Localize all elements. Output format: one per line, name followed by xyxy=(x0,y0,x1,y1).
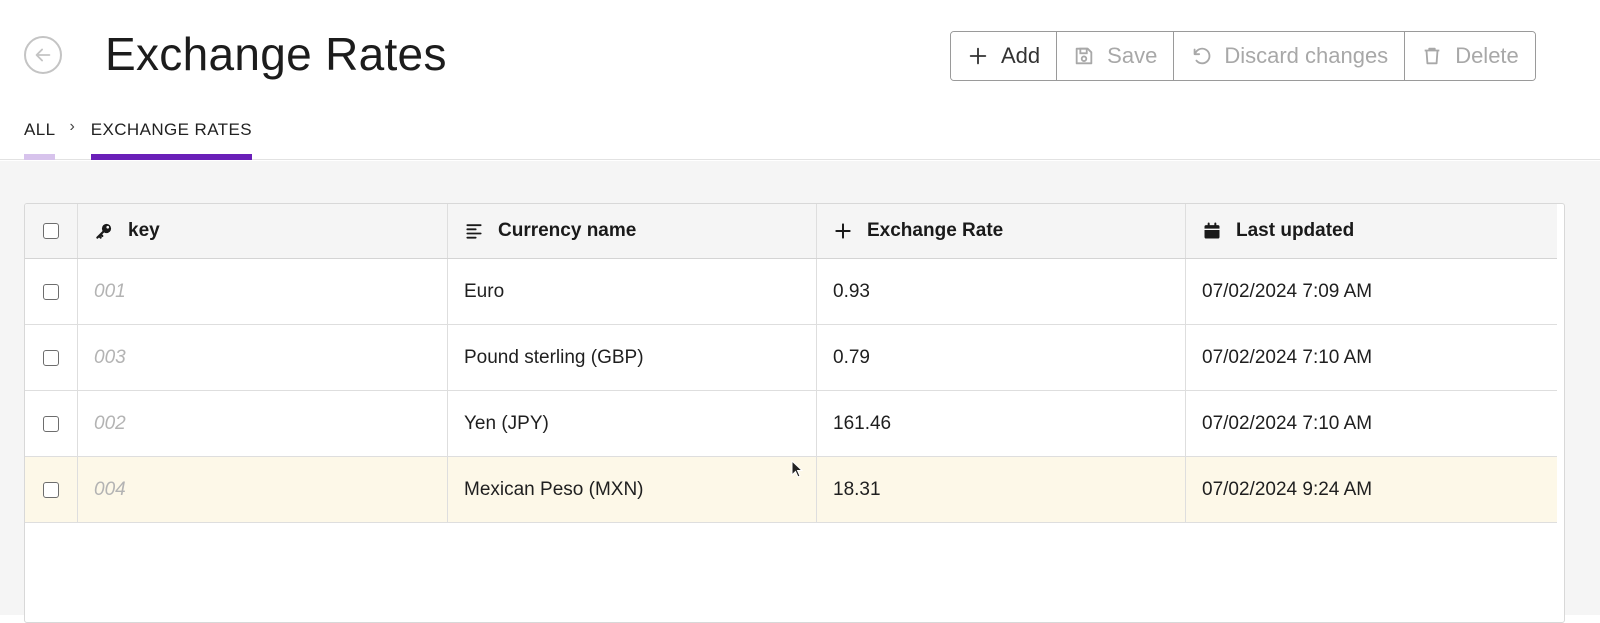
row-checkbox[interactable] xyxy=(43,415,59,432)
column-header-last-updated-label: Last updated xyxy=(1236,220,1355,241)
row-checkbox[interactable] xyxy=(43,349,59,366)
row-select-cell xyxy=(25,457,78,522)
key-value: 001 xyxy=(94,280,126,302)
breadcrumb-exchange-rates[interactable]: EXCHANGE RATES xyxy=(90,112,252,160)
breadcrumb-all[interactable]: ALL xyxy=(24,112,56,160)
back-button[interactable] xyxy=(24,36,62,74)
row-select-cell xyxy=(25,325,78,390)
key-value: 004 xyxy=(94,478,126,500)
exchange-rate-cell[interactable]: 0.93 xyxy=(817,259,1186,324)
last-updated-cell[interactable]: 07/02/2024 9:24 AM xyxy=(1186,457,1556,522)
column-header-currency-name[interactable]: Currency name xyxy=(448,204,817,258)
table-row[interactable]: 003 Pound sterling (GBP) 0.79 07/02/2024… xyxy=(25,325,1557,391)
content-area: key Currency name Exchange Rate Last upd… xyxy=(0,161,1600,623)
row-checkbox[interactable] xyxy=(43,481,59,498)
breadcrumb-current-label: EXCHANGE RATES xyxy=(90,120,252,139)
chevron-right-icon: › xyxy=(69,118,75,135)
last-updated-cell[interactable]: 07/02/2024 7:09 AM xyxy=(1186,259,1556,324)
add-button[interactable]: Add xyxy=(951,32,1058,80)
currency-name-cell[interactable]: Euro xyxy=(448,259,817,324)
table-row[interactable]: 002 Yen (JPY) 161.46 07/02/2024 7:10 AM xyxy=(25,391,1557,457)
key-cell[interactable]: 002 xyxy=(78,391,448,456)
row-checkbox[interactable] xyxy=(43,283,59,300)
breadcrumb: ALL › EXCHANGE RATES xyxy=(24,112,252,160)
column-header-key-label: key xyxy=(128,220,160,241)
currency-name-cell[interactable]: Yen (JPY) xyxy=(448,391,817,456)
discard-changes-label: Discard changes xyxy=(1224,43,1389,68)
row-select-cell xyxy=(25,391,78,456)
key-cell[interactable]: 004 xyxy=(78,457,448,522)
last-updated-cell[interactable]: 07/02/2024 7:10 AM xyxy=(1186,325,1556,390)
data-grid: key Currency name Exchange Rate Last upd… xyxy=(24,203,1565,623)
currency-name-cell[interactable]: Mexican Peso (MXN) xyxy=(448,457,817,522)
column-header-key[interactable]: key xyxy=(78,204,448,258)
plus-icon xyxy=(969,47,987,65)
breadcrumb-all-indicator xyxy=(24,154,56,160)
calendar-icon xyxy=(1204,222,1220,239)
text-align-left-icon xyxy=(466,224,482,239)
discard-changes-button[interactable]: Discard changes xyxy=(1174,32,1406,80)
floppy-disk-icon xyxy=(1075,47,1093,65)
column-header-exchange-rate-label: Exchange Rate xyxy=(867,220,1004,241)
mouse-pointer-icon xyxy=(791,460,803,478)
trash-icon xyxy=(1424,47,1440,65)
breadcrumb-active-indicator xyxy=(90,154,252,160)
column-header-currency-name-label: Currency name xyxy=(498,220,637,241)
exchange-rate-cell[interactable]: 0.79 xyxy=(817,325,1186,390)
breadcrumb-all-label: ALL xyxy=(24,120,56,139)
row-select-cell xyxy=(25,259,78,324)
toolbar: Add Save Discard changes Delete xyxy=(950,31,1536,81)
select-all-checkbox[interactable] xyxy=(43,223,59,239)
add-button-label: Add xyxy=(1001,43,1041,68)
undo-icon xyxy=(1193,47,1211,65)
exchange-rate-cell[interactable]: 161.46 xyxy=(817,391,1186,456)
save-button[interactable]: Save xyxy=(1057,32,1175,80)
select-all-cell xyxy=(25,204,78,258)
table-row[interactable]: 001 Euro 0.93 07/02/2024 7:09 AM xyxy=(25,259,1557,325)
save-button-label: Save xyxy=(1107,43,1158,68)
key-cell[interactable]: 001 xyxy=(78,259,448,324)
last-updated-cell[interactable]: 07/02/2024 7:10 AM xyxy=(1186,391,1556,456)
column-header-last-updated[interactable]: Last updated xyxy=(1186,204,1556,258)
key-cell[interactable]: 003 xyxy=(78,325,448,390)
currency-name-cell[interactable]: Pound sterling (GBP) xyxy=(448,325,817,390)
exchange-rate-cell[interactable]: 18.31 xyxy=(817,457,1186,522)
delete-button-label: Delete xyxy=(1455,43,1519,68)
plus-icon xyxy=(835,223,851,239)
page-title: Exchange Rates xyxy=(105,28,447,80)
page-header: Exchange Rates Add Save Discard changes xyxy=(0,0,1600,160)
table-header-row: key Currency name Exchange Rate Last upd… xyxy=(25,204,1557,259)
column-header-exchange-rate[interactable]: Exchange Rate xyxy=(817,204,1186,258)
key-icon xyxy=(96,223,112,239)
arrow-left-icon xyxy=(35,48,51,62)
delete-button[interactable]: Delete xyxy=(1405,32,1535,80)
key-value: 002 xyxy=(94,412,126,434)
key-value: 003 xyxy=(94,346,126,368)
